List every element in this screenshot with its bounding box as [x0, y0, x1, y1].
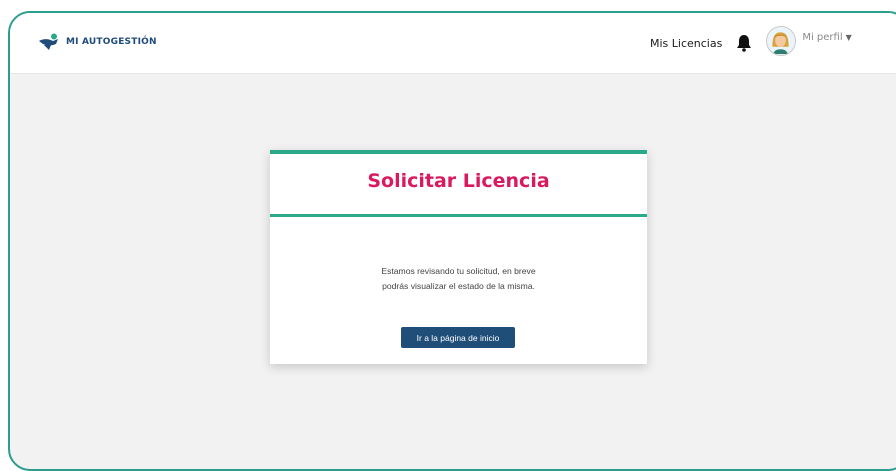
profile-label: Mi perfil [802, 31, 843, 43]
card-title: Solicitar Licencia [367, 170, 550, 192]
app-frame: MI AUTOGESTIÓN Mis Licencias Mi perfil ▼ [8, 11, 896, 471]
brand[interactable]: MI AUTOGESTIÓN [38, 33, 157, 51]
nav-right: Mis Licencias Mi perfil ▼ [650, 23, 852, 63]
bell-icon[interactable] [736, 34, 752, 52]
card-message: Estamos revisando tu solicitud, en breve… [270, 264, 647, 294]
solicitud-card: Solicitar Licencia Estamos revisando tu … [270, 150, 647, 364]
card-divider [270, 214, 647, 217]
top-navbar: MI AUTOGESTIÓN Mis Licencias Mi perfil ▼ [10, 13, 896, 74]
brand-name: MI AUTOGESTIÓN [66, 37, 157, 47]
message-line-1: Estamos revisando tu solicitud, en breve [381, 266, 536, 276]
avatar-image [767, 27, 795, 54]
avatar[interactable] [766, 26, 797, 56]
caret-down-icon: ▼ [845, 32, 852, 42]
profile-menu[interactable]: Mi perfil ▼ [802, 32, 851, 43]
mis-licencias-link[interactable]: Mis Licencias [650, 37, 722, 50]
message-line-2: podrás visualizar el estado de la misma. [382, 281, 535, 291]
go-home-button[interactable]: Ir a la página de inicio [401, 327, 515, 348]
logo-icon [39, 33, 58, 50]
